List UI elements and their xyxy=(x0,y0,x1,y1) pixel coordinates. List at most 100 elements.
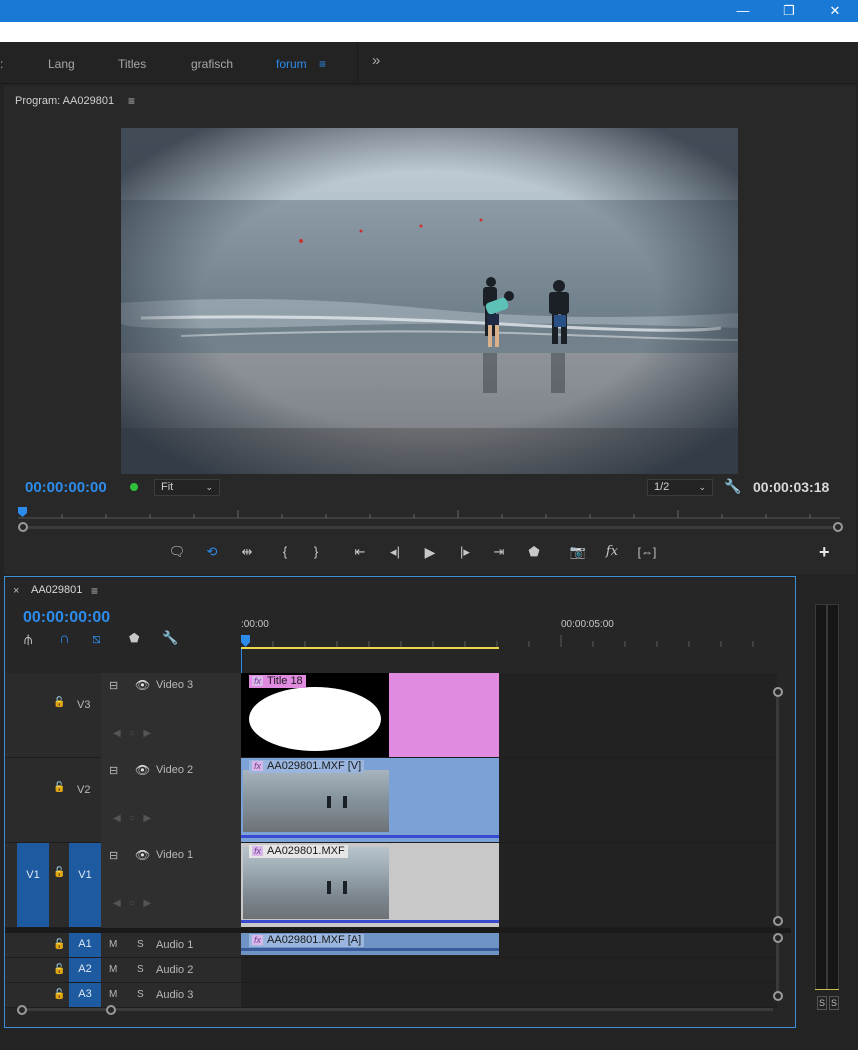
program-menu-icon[interactable]: ≡ xyxy=(128,94,135,108)
track-controls: ⊟ 👁 Video 2 ◀ ○ ▶ xyxy=(101,758,241,843)
track-id-a1[interactable]: A1 xyxy=(69,933,101,957)
workspace-tab-lang[interactable]: Lang xyxy=(48,56,75,72)
workspace-overflow-icon[interactable]: » xyxy=(372,53,380,69)
toggle-sync-icon[interactable]: ⊟ xyxy=(109,849,118,862)
sequence-menu-icon[interactable]: ≡ xyxy=(91,584,98,598)
workspace-tab-titles[interactable]: Titles xyxy=(118,56,146,72)
program-current-timecode[interactable]: 00:00:00:00 xyxy=(25,479,107,496)
source-patch-v1[interactable]: V1 xyxy=(17,843,49,927)
toggle-sync-icon[interactable]: ⊟ xyxy=(109,764,118,777)
track-id-v1[interactable]: V1 xyxy=(69,843,101,927)
lock-icon[interactable]: 🔓 xyxy=(53,782,65,793)
add-marker-comment-icon[interactable]: 🗨 xyxy=(166,541,188,563)
scroll-handle[interactable] xyxy=(773,991,783,1001)
close-button[interactable]: ✕ xyxy=(812,0,858,22)
track-area-v1[interactable]: fx AA029801.MXF xyxy=(241,843,777,928)
resolution-dropdown[interactable]: 1/2 ⌄ xyxy=(647,479,713,496)
workspace-tab-forum[interactable]: forum xyxy=(276,56,307,72)
timeline-timecode[interactable]: 00:00:00:00 xyxy=(23,609,110,627)
zoom-scrollbar[interactable] xyxy=(23,526,839,529)
wrench-icon[interactable]: 🔧 xyxy=(724,478,741,495)
solo-button[interactable]: S xyxy=(137,939,144,950)
track-area-a3[interactable] xyxy=(241,983,777,1008)
mark-in-icon[interactable]: { xyxy=(274,541,296,563)
eye-icon[interactable]: 👁 xyxy=(135,678,150,692)
restore-button[interactable]: ❐ xyxy=(766,0,812,22)
keyframe-nav-icons[interactable]: ◀ ○ ▶ xyxy=(113,898,151,909)
video-vertical-scrollbar[interactable] xyxy=(776,689,779,921)
mark-clip-icon[interactable]: ⇹ xyxy=(236,541,258,563)
track-area-v3[interactable]: fx Title 18 xyxy=(241,673,777,758)
chevron-down-icon: ⌄ xyxy=(205,482,213,492)
insert-nest-icon[interactable]: ⫛ xyxy=(24,631,32,648)
lock-icon[interactable]: 🔓 xyxy=(53,989,65,1000)
go-to-in-icon[interactable]: ⇤ xyxy=(349,541,371,563)
horizontal-zoom-scrollbar[interactable] xyxy=(23,1008,773,1011)
linked-selection-icon[interactable]: ⧅ xyxy=(92,630,101,647)
mute-button[interactable]: M xyxy=(109,939,117,950)
zoom-fit-dropdown[interactable]: Fit ⌄ xyxy=(154,479,220,496)
loop-icon[interactable]: ⟲ xyxy=(201,541,223,563)
go-to-out-icon[interactable]: ⇥ xyxy=(488,541,510,563)
workspace-menu-icon[interactable]: ≡ xyxy=(319,56,326,72)
track-id-a2[interactable]: A2 xyxy=(69,958,101,982)
program-ruler[interactable] xyxy=(18,508,840,522)
track-id-a3[interactable]: A3 xyxy=(69,983,101,1007)
minimize-button[interactable]: — xyxy=(720,0,766,22)
mute-button[interactable]: M xyxy=(109,964,117,975)
audio-clip-a1[interactable]: fx AA029801.MXF [A] xyxy=(241,933,499,955)
add-marker-icon[interactable]: ⬟ xyxy=(129,631,139,645)
scroll-handle[interactable] xyxy=(773,687,783,697)
eye-icon[interactable]: 👁 xyxy=(135,848,150,862)
menu-bar xyxy=(0,22,858,42)
snap-magnet-icon[interactable]: ∩ xyxy=(59,630,70,647)
title-clip[interactable]: fx Title 18 xyxy=(241,673,389,757)
zoom-handle-right[interactable] xyxy=(106,1005,116,1015)
solo-button[interactable]: S xyxy=(137,964,144,975)
lock-icon[interactable]: 🔓 xyxy=(53,867,65,878)
lock-icon[interactable]: 🔓 xyxy=(53,964,65,975)
fx-icon[interactable]: fx xyxy=(601,541,623,563)
eye-icon[interactable]: 👁 xyxy=(135,763,150,777)
track-area-a1[interactable]: fx AA029801.MXF [A] xyxy=(241,933,777,958)
work-area-bar[interactable] xyxy=(241,647,499,649)
title-clip-tail[interactable] xyxy=(389,673,499,757)
workspace-tab-cut[interactable]: : xyxy=(0,56,3,72)
sequence-tab[interactable]: AA029801 xyxy=(31,584,82,596)
mark-out-icon[interactable]: } xyxy=(305,541,327,563)
video-clip-v2[interactable]: fx AA029801.MXF [V] xyxy=(241,758,499,842)
step-forward-icon[interactable]: |▸ xyxy=(454,541,476,563)
meter-channel-right xyxy=(827,604,839,990)
scroll-handle[interactable] xyxy=(773,933,783,943)
keyframe-nav-icons[interactable]: ◀ ○ ▶ xyxy=(113,728,151,739)
fx-badge: fx xyxy=(252,935,264,945)
solo-right-button[interactable]: S xyxy=(829,996,839,1010)
mute-button[interactable]: M xyxy=(109,989,117,1000)
add-button[interactable]: + xyxy=(819,542,830,563)
timeline-settings-wrench-icon[interactable]: 🔧 xyxy=(162,630,178,646)
step-back-icon[interactable]: ◂| xyxy=(384,541,406,563)
play-icon[interactable]: ▶ xyxy=(419,541,441,563)
lock-icon[interactable]: 🔓 xyxy=(53,939,65,950)
solo-button[interactable]: S xyxy=(137,989,144,1000)
tab-divider xyxy=(357,42,358,84)
keyframe-nav-icons[interactable]: ◀ ○ ▶ xyxy=(113,813,151,824)
track-id-v3[interactable]: V3 xyxy=(77,699,90,711)
compare-icon[interactable]: [⇔] xyxy=(636,541,658,563)
zoom-handle-left[interactable] xyxy=(18,522,28,532)
video-clip-v1[interactable]: fx AA029801.MXF xyxy=(241,843,499,927)
lock-icon[interactable]: 🔓 xyxy=(53,697,65,708)
zoom-handle-left[interactable] xyxy=(17,1005,27,1015)
marker-icon[interactable]: ⬟ xyxy=(523,541,545,563)
scroll-handle[interactable] xyxy=(773,916,783,926)
workspace-tab-grafisch[interactable]: grafisch xyxy=(191,56,233,72)
toggle-sync-icon[interactable]: ⊟ xyxy=(109,679,118,692)
solo-left-button[interactable]: S xyxy=(817,996,827,1010)
audio-vertical-scrollbar[interactable] xyxy=(776,935,779,995)
track-id-v2[interactable]: V2 xyxy=(77,784,90,796)
track-area-a2[interactable] xyxy=(241,958,777,983)
track-area-v2[interactable]: fx AA029801.MXF [V] xyxy=(241,758,777,843)
close-sequence-icon[interactable]: × xyxy=(13,585,19,597)
zoom-handle-right[interactable] xyxy=(833,522,843,532)
camera-icon[interactable]: 📷 xyxy=(567,541,589,563)
